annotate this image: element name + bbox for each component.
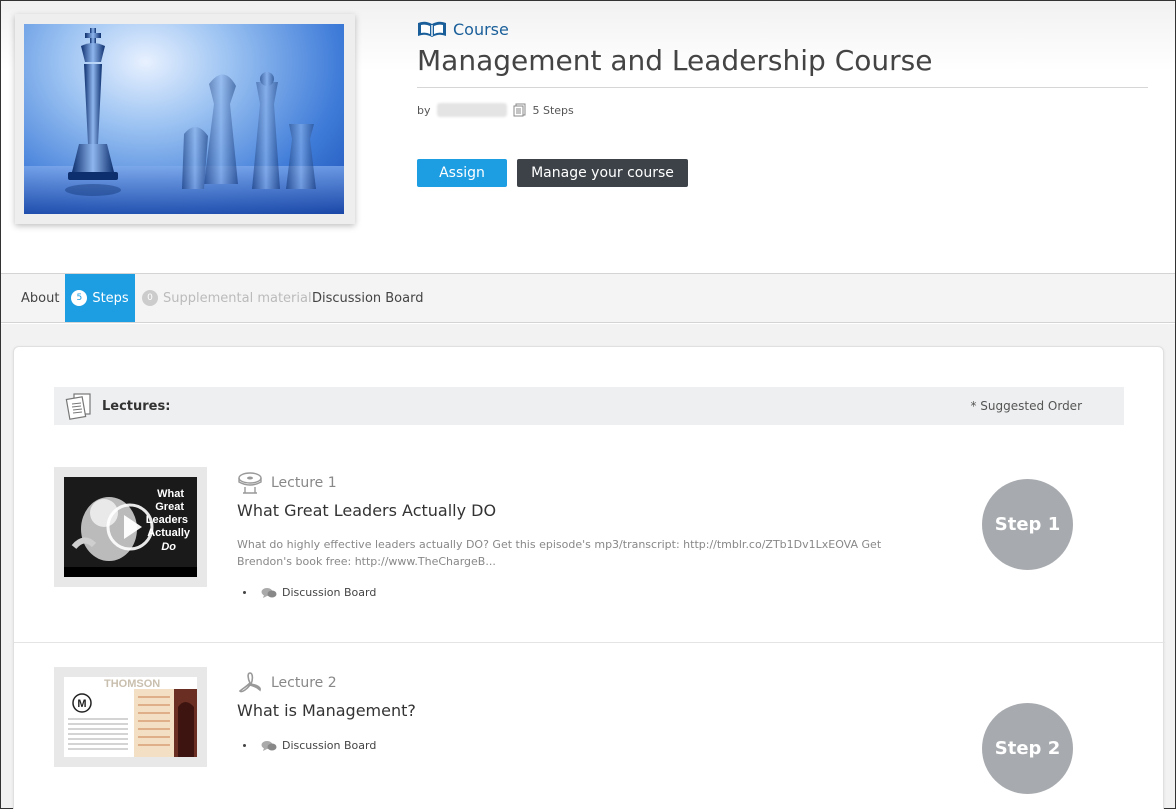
list-item: THOMSON M Lecture 2 What is Management? … — [14, 657, 1165, 809]
steps-card: Lectures: * Suggested Order What Great L… — [13, 346, 1165, 809]
lecture-links: Discussion Board — [237, 586, 376, 599]
tab-supplemental-material[interactable]: 0 Supplemental material — [142, 274, 312, 322]
thumb-text-do: Do — [161, 541, 176, 553]
tab-discussion-label: Discussion Board — [312, 290, 424, 306]
thumb-text-great: Great — [155, 501, 184, 513]
supplemental-count-badge: 0 — [142, 290, 158, 306]
lecture-type-label: Lecture 1 — [271, 475, 337, 491]
document-preview-image: THOMSON M — [64, 677, 197, 757]
step-badge: Step 1 — [982, 479, 1073, 570]
discussion-board-link[interactable]: Discussion Board — [282, 739, 376, 752]
thumb-text-m: M — [77, 698, 86, 710]
course-type-label: Course — [417, 18, 509, 40]
thumb-text-what: What — [157, 488, 184, 500]
lectures-header: Lectures: * Suggested Order — [54, 387, 1124, 425]
course-meta: by 5 Steps — [417, 103, 574, 117]
speech-bubbles-icon — [261, 587, 277, 598]
lecture-description: What do highly effective leaders actuall… — [237, 538, 882, 568]
tab-discussion-board[interactable]: Discussion Board — [312, 274, 423, 322]
content-area: Lectures: * Suggested Order What Great L… — [1, 324, 1175, 809]
list-item: What Great Leaders Actually Do Lecture 1 — [14, 457, 1165, 643]
course-header: Course Management and Leadership Course … — [1, 1, 1175, 273]
course-type-text: Course — [453, 19, 509, 39]
course-image — [24, 24, 344, 214]
lecture-title[interactable]: What is Management? — [237, 701, 416, 720]
steps-count-badge: 5 — [71, 290, 88, 306]
lecture-type: Lecture 1 — [237, 471, 337, 495]
lecture-thumbnail-frame[interactable]: THOMSON M — [54, 667, 207, 767]
pdf-icon — [238, 672, 261, 693]
bullet — [243, 744, 246, 747]
thumb-text-thomson: THOMSON — [104, 678, 160, 690]
author-name-redacted — [436, 103, 507, 117]
lecture-title[interactable]: What Great Leaders Actually DO — [237, 501, 496, 520]
tab-steps[interactable]: 5 Steps — [65, 274, 135, 322]
video-preview-image: What Great Leaders Actually Do — [64, 477, 197, 577]
tab-supplemental-label: Supplemental material — [163, 290, 312, 306]
thumb-text-actually: Actually — [147, 527, 191, 539]
lectures-label: Lectures: — [102, 398, 171, 414]
chess-pieces-illustration — [24, 28, 344, 214]
film-reel-icon — [238, 472, 262, 494]
manage-course-button[interactable]: Manage your course — [517, 159, 688, 187]
lecture-type-label: Lecture 2 — [271, 675, 337, 691]
bullet — [243, 591, 246, 594]
document-thumbnail[interactable]: THOMSON M — [64, 677, 197, 757]
assign-button[interactable]: Assign — [417, 159, 507, 187]
lecture-type: Lecture 2 — [237, 671, 337, 695]
title-divider — [417, 87, 1148, 88]
steps-count: 5 Steps — [532, 103, 574, 117]
tab-about-label: About — [21, 290, 60, 306]
suggested-order-note: * Suggested Order — [970, 399, 1082, 413]
steps-icon — [513, 103, 525, 117]
by-label: by — [417, 103, 431, 117]
discussion-board-link[interactable]: Discussion Board — [282, 586, 376, 599]
course-tabs: About 5 Steps 0 Supplemental material Di… — [1, 273, 1175, 323]
open-book-icon — [418, 21, 446, 37]
page-title: Management and Leadership Course — [417, 44, 933, 77]
documents-icon — [65, 393, 91, 420]
tab-steps-label: Steps — [92, 290, 129, 306]
tab-about[interactable]: About — [21, 274, 59, 322]
speech-bubbles-icon — [261, 740, 277, 751]
lecture-thumbnail-frame[interactable]: What Great Leaders Actually Do — [54, 467, 207, 587]
step-badge: Step 2 — [982, 703, 1073, 794]
lectures-heading: Lectures: — [64, 392, 170, 420]
course-image-frame — [15, 14, 355, 224]
video-thumbnail[interactable]: What Great Leaders Actually Do — [64, 477, 197, 577]
thumb-text-leaders: Leaders — [146, 514, 188, 526]
lecture-links: Discussion Board — [237, 739, 376, 752]
